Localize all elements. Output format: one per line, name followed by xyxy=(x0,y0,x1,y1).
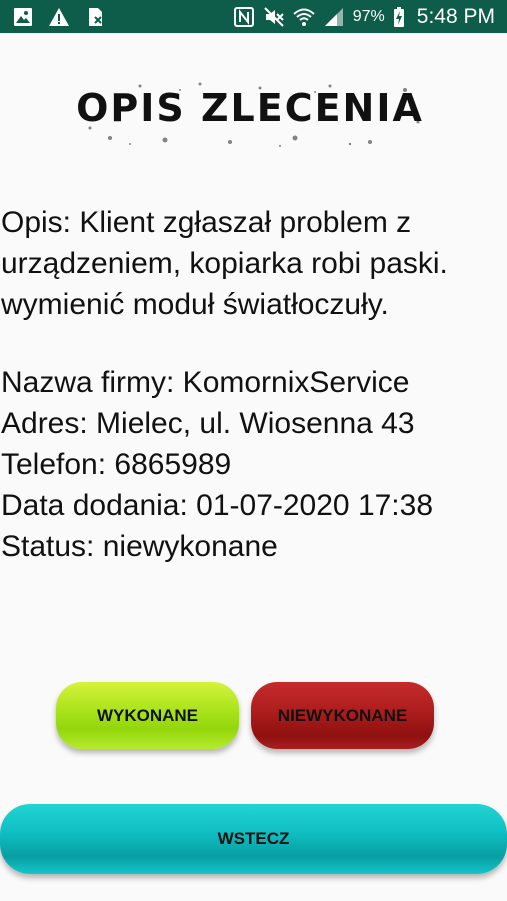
sim-icon xyxy=(84,6,106,28)
battery-percent: 97% xyxy=(352,7,385,25)
phone: Telefon: 6865989 xyxy=(1,448,232,481)
date-added: Data dodania: 01-07-2020 17:38 xyxy=(1,489,434,522)
description-line: wymienić moduł światłoczuły. xyxy=(1,288,389,321)
image-icon xyxy=(12,6,34,28)
mute-icon xyxy=(263,6,285,28)
description-line: urządzeniem, kopiarka robi paski. xyxy=(1,247,448,280)
order-info: Nazwa firmy: KomornixService Adres: Miel… xyxy=(1,362,506,567)
nfc-icon xyxy=(233,6,255,28)
address: Adres: Mielec, ul. Wiosenna 43 xyxy=(1,407,415,440)
wifi-icon xyxy=(293,6,315,28)
battery-charging-icon xyxy=(393,6,405,28)
title-logo: OPIS ZLECENIA xyxy=(70,78,430,150)
description-line: Opis: Klient zgłaszał problem z xyxy=(1,206,412,239)
status-bar-right: 97% 5:48 PM xyxy=(233,0,495,33)
order-description: Opis: Klient zgłaszał problem z urządzen… xyxy=(1,202,506,325)
company-name: Nazwa firmy: KomornixService xyxy=(1,366,410,399)
not-done-button[interactable]: NIEWYKONANE xyxy=(251,682,434,749)
page-title: OPIS ZLECENIA xyxy=(76,86,424,130)
status-bar-left xyxy=(12,6,106,28)
warning-icon xyxy=(48,6,70,28)
status: Status: niewykonane xyxy=(1,530,278,563)
clock: 5:48 PM xyxy=(416,4,495,28)
signal-icon xyxy=(323,6,345,28)
done-button[interactable]: WYKONANE xyxy=(56,682,239,749)
back-button[interactable]: WSTECZ xyxy=(0,804,507,874)
status-bar: 97% 5:48 PM xyxy=(0,0,507,33)
